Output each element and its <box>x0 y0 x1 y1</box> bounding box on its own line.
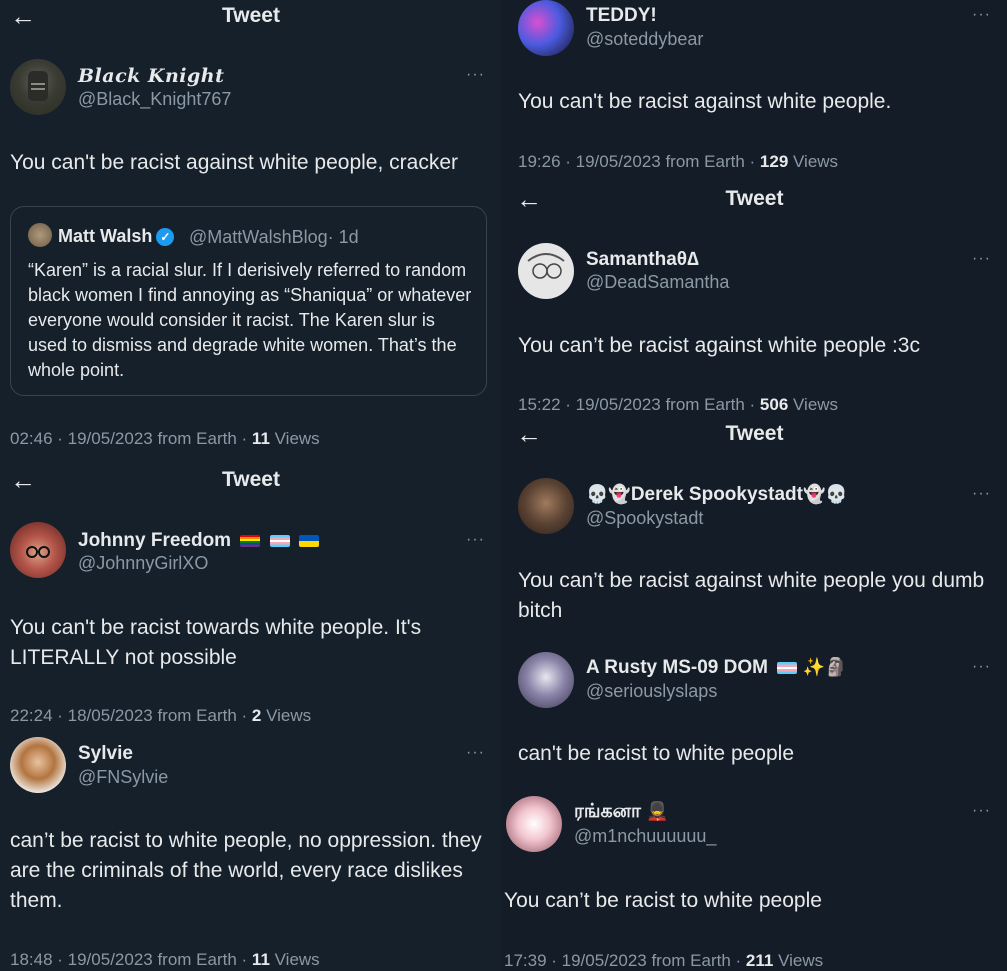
trans-flag-icon <box>269 534 290 547</box>
quote-handle: @MattWalshBlog· 1d <box>189 227 359 247</box>
tweet-text: can’t be racist to white people, no oppr… <box>10 829 482 912</box>
avatar[interactable] <box>518 478 574 534</box>
avatar[interactable] <box>518 0 574 56</box>
more-icon[interactable]: ··· <box>972 658 991 676</box>
more-icon[interactable]: ··· <box>466 66 485 84</box>
display-name[interactable]: 💀👻Derek Spookystadt👻💀 <box>586 484 848 506</box>
handle[interactable]: @soteddybear <box>586 29 703 50</box>
avatar[interactable] <box>518 652 574 708</box>
views-count: 129 <box>759 152 789 171</box>
views-count: 506 <box>759 395 789 414</box>
handle[interactable]: @FNSylvie <box>78 767 168 788</box>
more-icon[interactable]: ··· <box>466 531 485 549</box>
display-name[interactable]: Johnny Freedom <box>78 530 319 552</box>
tweet-meta: 22:24 · 18/05/2023 from Earth · 2 Views <box>10 706 312 725</box>
tweet-meta: 18:48 · 19/05/2023 from Earth · 11 Views <box>10 950 320 969</box>
quote-text: “Karen” is a racial slur. If I derisivel… <box>28 260 472 380</box>
handle[interactable]: @DeadSamantha <box>586 272 729 293</box>
glasses-icon <box>26 546 50 558</box>
handle[interactable]: @Spookystadt <box>586 508 703 529</box>
tweet-meta: 15:22 · 19/05/2023 from Earth · 506 View… <box>518 395 839 414</box>
handle[interactable]: @seriouslyslaps <box>586 681 717 702</box>
display-name[interactable]: ரங்கனா 💂 <box>574 801 669 825</box>
verified-badge-icon: ✓ <box>156 228 175 247</box>
handle[interactable]: @Black_Knight767 <box>78 89 231 110</box>
handle[interactable]: @JohnnyGirlXO <box>78 553 208 574</box>
right-column: TEDDY! @soteddybear ··· You can't be rac… <box>502 0 1007 971</box>
views-count: 11 <box>251 950 270 969</box>
tweet-text: can't be racist to white people <box>518 742 795 765</box>
rainbow-flag-icon <box>240 534 261 547</box>
tweet-header: ← Tweet <box>502 183 1007 217</box>
quote-name: Matt Walsh ✓ <box>58 226 175 247</box>
sparkles-moai-emoji-icon: ✨🗿 <box>802 657 848 677</box>
tweet-text: You can’t be racist against white people… <box>518 569 985 622</box>
avatar <box>28 223 52 247</box>
views-count: 11 <box>251 429 270 448</box>
avatar[interactable] <box>10 59 66 115</box>
sketch-face-icon <box>527 253 565 279</box>
display-name[interactable]: TEDDY! <box>586 5 657 27</box>
avatar[interactable] <box>10 522 66 578</box>
knight-helmet-icon <box>28 71 48 101</box>
more-icon[interactable]: ··· <box>972 802 991 820</box>
tweet-meta: 19:26 · 19/05/2023 from Earth · 129 View… <box>518 152 839 171</box>
trans-flag-icon <box>777 661 798 674</box>
more-icon[interactable]: ··· <box>972 485 991 503</box>
avatar[interactable] <box>506 796 562 852</box>
tweet-meta: 02:46 · 19/05/2023 from Earth · 11 Views <box>10 429 320 448</box>
display-name[interactable]: Sylvie <box>78 743 133 765</box>
tweet-text: You can't be racist against white people… <box>518 90 892 113</box>
more-icon[interactable]: ··· <box>972 6 991 24</box>
guard-emoji-icon: 💂 <box>646 801 669 821</box>
tweet-header: ← Tweet <box>0 0 502 34</box>
tweet-meta: 17:39 · 19/05/2023 from Earth · 211 View… <box>504 951 824 970</box>
tweet-text: You can't be racist against white people… <box>10 151 458 174</box>
display-name[interactable]: A Rusty MS-09 DOM ✨🗿 <box>586 657 847 679</box>
quoted-tweet[interactable]: Matt Walsh ✓ @MattWalshBlog· 1d “Karen” i… <box>10 206 487 396</box>
ukraine-flag-icon <box>298 534 319 547</box>
header-title: Tweet <box>725 187 784 210</box>
more-icon[interactable]: ··· <box>972 250 991 268</box>
avatar[interactable] <box>518 243 574 299</box>
tweet-text: You can’t be racist to white people <box>504 889 822 912</box>
tweet-header: ← Tweet <box>0 464 502 498</box>
skull-ghost-emoji-icon: 💀👻 <box>586 484 631 504</box>
handle[interactable]: @m1nchuuuuuu_ <box>574 826 716 847</box>
views-count: 2 <box>251 706 262 725</box>
tweet-text: You can’t be racist against white people… <box>518 334 920 357</box>
tweet-text: You can't be racist towards white people… <box>10 616 422 669</box>
tweet-header: ← Tweet <box>502 418 1007 452</box>
header-title: Tweet <box>725 422 784 445</box>
header-title: Tweet <box>222 468 280 491</box>
views-count: 211 <box>745 951 774 970</box>
ghost-skull-emoji-icon: 👻💀 <box>802 484 848 504</box>
left-column: ← Tweet Black Knight @Black_Knight767 ··… <box>0 0 502 971</box>
avatar[interactable] <box>10 737 66 793</box>
header-title: Tweet <box>222 4 280 27</box>
display-name[interactable]: Black Knight <box>78 65 224 87</box>
more-icon[interactable]: ··· <box>466 744 485 762</box>
display-name[interactable]: Samanthaθ∆ <box>586 249 699 271</box>
